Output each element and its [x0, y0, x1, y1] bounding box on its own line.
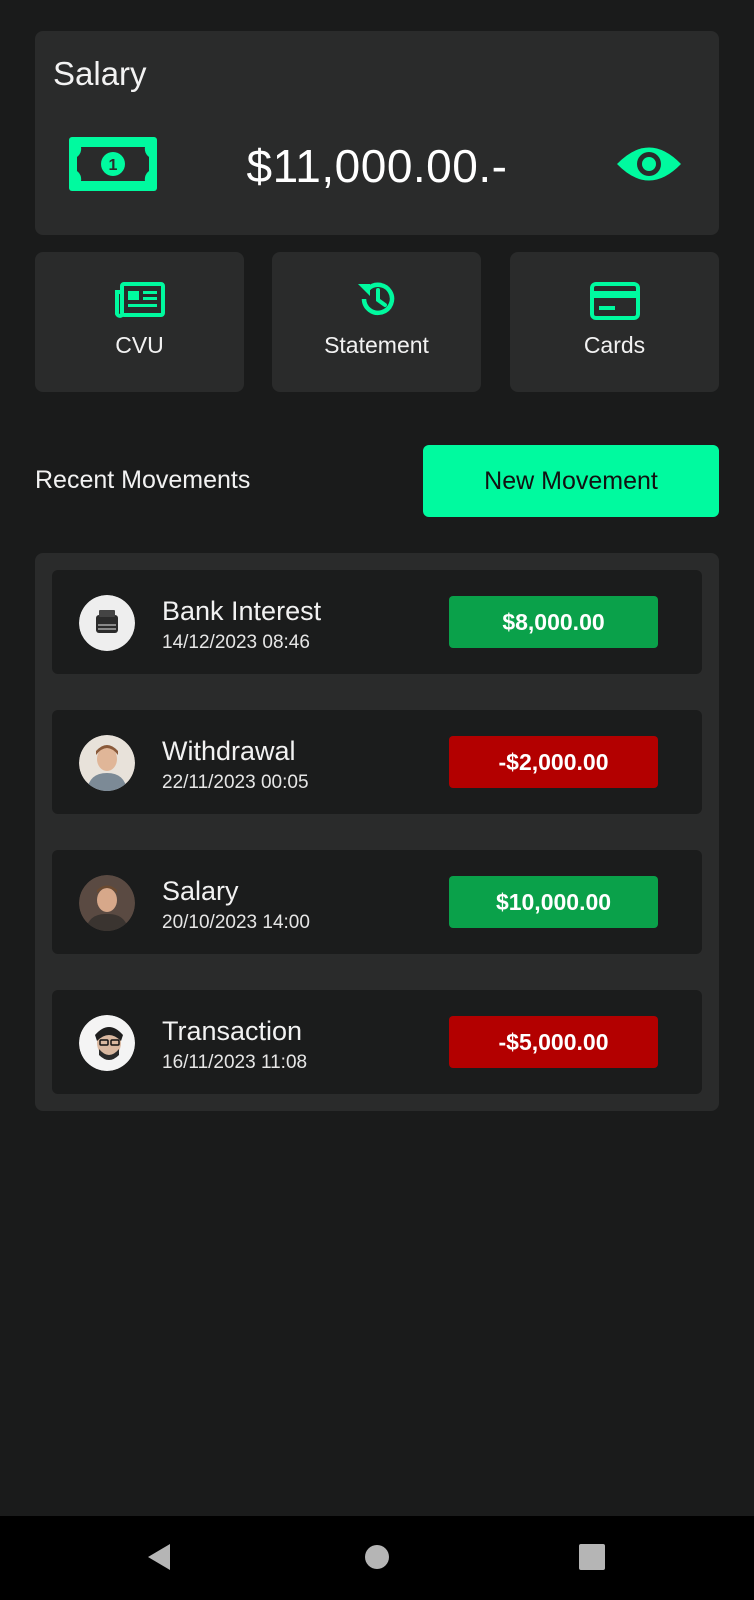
movement-title: Bank Interest [162, 596, 322, 626]
system-nav-bar [0, 1516, 754, 1600]
avatar [79, 735, 135, 791]
movement-title: Salary [162, 876, 239, 906]
cards-label: Cards [583, 332, 646, 358]
cvu-label: CVU [115, 332, 164, 358]
recents-square-icon[interactable] [579, 1542, 605, 1572]
movement-row[interactable]: Transaction 16/11/2023 11:08 -$5,000.00 [52, 990, 702, 1094]
movement-title: Withdrawal [162, 736, 296, 766]
statement-button[interactable]: Statement [272, 252, 481, 392]
movement-amount: $8,000.00 [449, 596, 658, 648]
movement-date: 22/11/2023 00:05 [162, 772, 309, 793]
movement-amount: -$2,000.00 [449, 736, 658, 788]
cvu-button[interactable]: CVU [35, 252, 244, 392]
recent-movements-title: Recent Movements [35, 466, 251, 494]
avatar [79, 875, 135, 931]
movement-row[interactable]: Bank Interest 14/12/2023 08:46 $8,000.00 [52, 570, 702, 674]
movement-amount: -$5,000.00 [449, 1016, 658, 1068]
movement-date: 20/10/2023 14:00 [162, 912, 310, 933]
credit-card-icon [589, 282, 640, 320]
movements-list: Bank Interest 14/12/2023 08:46 $8,000.00… [35, 553, 719, 1111]
newspaper-icon [114, 282, 165, 318]
movement-date: 14/12/2023 08:46 [162, 632, 310, 653]
balance-card: Salary 1 $11,000.00.- [35, 31, 719, 235]
balance-title: Salary [53, 55, 147, 92]
back-triangle-icon[interactable] [146, 1542, 172, 1572]
history-icon [357, 282, 394, 316]
movement-row[interactable]: Salary 20/10/2023 14:00 $10,000.00 [52, 850, 702, 954]
new-movement-button[interactable]: New Movement [423, 445, 719, 517]
movement-row[interactable]: Withdrawal 22/11/2023 00:05 -$2,000.00 [52, 710, 702, 814]
cards-button[interactable]: Cards [510, 252, 719, 392]
movement-date: 16/11/2023 11:08 [162, 1052, 308, 1073]
avatar [79, 595, 135, 651]
movement-amount: $10,000.00 [449, 876, 658, 928]
home-circle-icon[interactable] [364, 1542, 390, 1572]
statement-label: Statement [324, 332, 429, 358]
movement-title: Transaction [162, 1016, 303, 1046]
eye-icon[interactable] [615, 141, 683, 187]
avatar [79, 1015, 135, 1071]
screen: Salary 1 $11,000.00.- CVU Statement Card… [0, 0, 754, 1600]
